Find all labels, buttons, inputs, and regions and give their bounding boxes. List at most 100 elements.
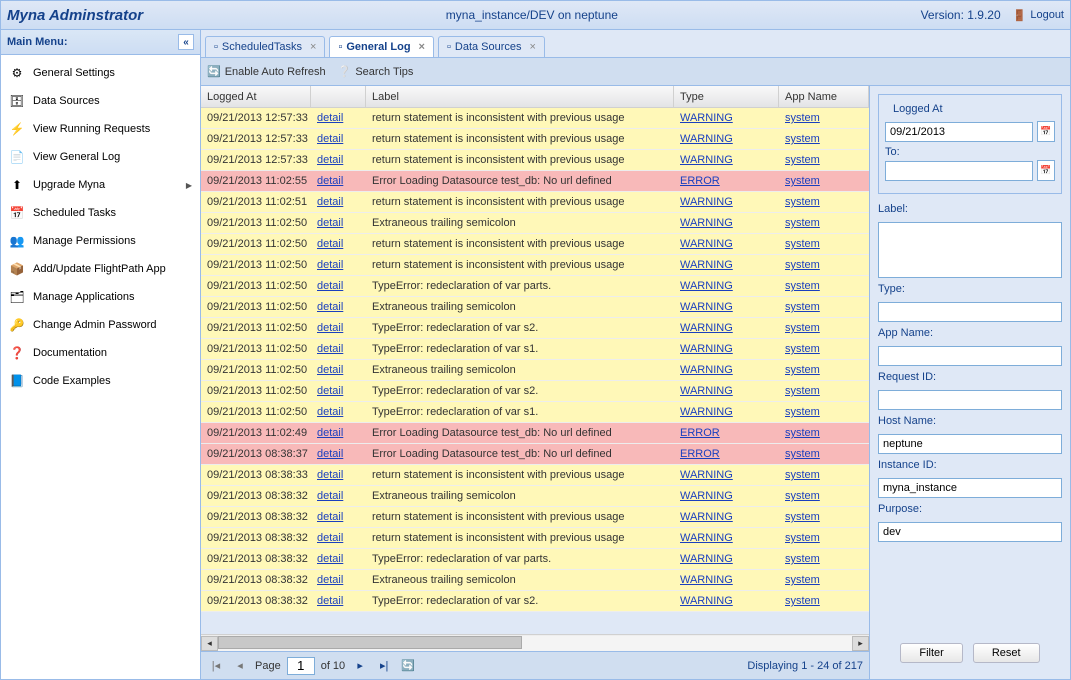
log-row[interactable]: 09/21/2013 08:38:37detailError Loading D…	[201, 444, 869, 465]
app-link[interactable]: system	[785, 238, 820, 250]
date-from-picker-icon[interactable]: 📅	[1037, 121, 1055, 142]
type-link[interactable]: WARNING	[680, 217, 733, 229]
log-row[interactable]: 09/21/2013 11:02:50detailExtraneous trai…	[201, 213, 869, 234]
type-link[interactable]: WARNING	[680, 532, 733, 544]
detail-link[interactable]: detail	[317, 532, 343, 544]
date-to-picker-icon[interactable]: 📅	[1037, 160, 1055, 181]
sidebar-item-general-settings[interactable]: ⚙General Settings	[1, 59, 200, 87]
scroll-right-button[interactable]: ▸	[852, 636, 869, 651]
type-link[interactable]: WARNING	[680, 511, 733, 523]
app-link[interactable]: system	[785, 532, 820, 544]
label-filter-input[interactable]	[878, 222, 1062, 278]
type-link[interactable]: WARNING	[680, 385, 733, 397]
date-from-input[interactable]	[885, 122, 1033, 142]
sidebar-item-upgrade-myna[interactable]: ⬆Upgrade Myna▶	[1, 171, 200, 199]
app-link[interactable]: system	[785, 595, 820, 607]
log-row[interactable]: 09/21/2013 08:38:32detailTypeError: rede…	[201, 549, 869, 570]
detail-link[interactable]: detail	[317, 427, 343, 439]
close-tab-icon[interactable]: ×	[530, 41, 536, 53]
sidebar-item-view-running-requests[interactable]: ⚡View Running Requests	[1, 115, 200, 143]
next-page-button[interactable]: ▸	[351, 657, 369, 675]
detail-link[interactable]: detail	[317, 154, 343, 166]
sidebar-item-change-admin-password[interactable]: 🔑Change Admin Password	[1, 311, 200, 339]
type-link[interactable]: WARNING	[680, 595, 733, 607]
type-link[interactable]: WARNING	[680, 406, 733, 418]
detail-link[interactable]: detail	[317, 490, 343, 502]
sidebar-item-view-general-log[interactable]: 📄View General Log	[1, 143, 200, 171]
prev-page-button[interactable]: ◂	[231, 657, 249, 675]
app-link[interactable]: system	[785, 112, 820, 124]
type-link[interactable]: WARNING	[680, 259, 733, 271]
detail-link[interactable]: detail	[317, 238, 343, 250]
log-row[interactable]: 09/21/2013 11:02:50detailExtraneous trai…	[201, 297, 869, 318]
type-link[interactable]: ERROR	[680, 427, 720, 439]
refresh-page-button[interactable]: 🔄	[399, 657, 417, 675]
log-row[interactable]: 09/21/2013 11:02:50detailreturn statemen…	[201, 234, 869, 255]
app-link[interactable]: system	[785, 301, 820, 313]
detail-link[interactable]: detail	[317, 511, 343, 523]
log-row[interactable]: 09/21/2013 08:38:32detailExtraneous trai…	[201, 570, 869, 591]
log-row[interactable]: 09/21/2013 12:57:33detailreturn statemen…	[201, 150, 869, 171]
type-filter-input[interactable]	[878, 302, 1062, 322]
log-row[interactable]: 09/21/2013 11:02:55detailError Loading D…	[201, 171, 869, 192]
detail-link[interactable]: detail	[317, 322, 343, 334]
app-link[interactable]: system	[785, 322, 820, 334]
col-detail[interactable]	[311, 86, 366, 107]
app-link[interactable]: system	[785, 133, 820, 145]
last-page-button[interactable]: ▸|	[375, 657, 393, 675]
app-link[interactable]: system	[785, 448, 820, 460]
log-row[interactable]: 09/21/2013 08:38:32detailreturn statemen…	[201, 507, 869, 528]
type-link[interactable]: WARNING	[680, 112, 733, 124]
log-row[interactable]: 09/21/2013 08:38:32detailTypeError: rede…	[201, 591, 869, 612]
appname-filter-input[interactable]	[878, 346, 1062, 366]
hostname-filter-input[interactable]	[878, 434, 1062, 454]
horizontal-scrollbar[interactable]: ◂ ▸	[201, 634, 869, 651]
scroll-track[interactable]	[218, 636, 852, 651]
app-link[interactable]: system	[785, 343, 820, 355]
detail-link[interactable]: detail	[317, 406, 343, 418]
sidebar-item-manage-applications[interactable]: 🗂Manage Applications	[1, 283, 200, 311]
type-link[interactable]: WARNING	[680, 154, 733, 166]
instanceid-filter-input[interactable]	[878, 478, 1062, 498]
app-link[interactable]: system	[785, 469, 820, 481]
type-link[interactable]: WARNING	[680, 301, 733, 313]
enable-auto-refresh-button[interactable]: 🔄 Enable Auto Refresh	[207, 65, 326, 78]
app-link[interactable]: system	[785, 280, 820, 292]
app-link[interactable]: system	[785, 364, 820, 376]
log-row[interactable]: 09/21/2013 08:38:32detailreturn statemen…	[201, 528, 869, 549]
detail-link[interactable]: detail	[317, 301, 343, 313]
col-logged-at[interactable]: Logged At	[201, 86, 311, 107]
scroll-left-button[interactable]: ◂	[201, 636, 218, 651]
detail-link[interactable]: detail	[317, 595, 343, 607]
log-row[interactable]: 09/21/2013 12:57:33detailreturn statemen…	[201, 129, 869, 150]
type-link[interactable]: WARNING	[680, 553, 733, 565]
date-to-input[interactable]	[885, 161, 1033, 181]
col-label[interactable]: Label	[366, 86, 674, 107]
sidebar-item-scheduled-tasks[interactable]: 📅Scheduled Tasks	[1, 199, 200, 227]
page-input[interactable]	[287, 657, 315, 675]
app-link[interactable]: system	[785, 427, 820, 439]
app-link[interactable]: system	[785, 511, 820, 523]
detail-link[interactable]: detail	[317, 448, 343, 460]
log-row[interactable]: 09/21/2013 11:02:49detailError Loading D…	[201, 423, 869, 444]
filter-button[interactable]: Filter	[900, 643, 962, 663]
col-type[interactable]: Type	[674, 86, 779, 107]
collapse-sidebar-button[interactable]: «	[178, 34, 194, 50]
app-link[interactable]: system	[785, 196, 820, 208]
detail-link[interactable]: detail	[317, 196, 343, 208]
type-link[interactable]: ERROR	[680, 448, 720, 460]
type-link[interactable]: WARNING	[680, 574, 733, 586]
sidebar-item-documentation[interactable]: ❓Documentation	[1, 339, 200, 367]
type-link[interactable]: WARNING	[680, 364, 733, 376]
app-link[interactable]: system	[785, 406, 820, 418]
log-row[interactable]: 09/21/2013 08:38:32detailExtraneous trai…	[201, 486, 869, 507]
detail-link[interactable]: detail	[317, 574, 343, 586]
app-link[interactable]: system	[785, 490, 820, 502]
app-link[interactable]: system	[785, 175, 820, 187]
sidebar-item-data-sources[interactable]: 🗄Data Sources	[1, 87, 200, 115]
log-row[interactable]: 09/21/2013 11:02:50detailTypeError: rede…	[201, 339, 869, 360]
detail-link[interactable]: detail	[317, 259, 343, 271]
reset-button[interactable]: Reset	[973, 643, 1040, 663]
log-row[interactable]: 09/21/2013 11:02:50detailTypeError: rede…	[201, 402, 869, 423]
type-link[interactable]: WARNING	[680, 343, 733, 355]
